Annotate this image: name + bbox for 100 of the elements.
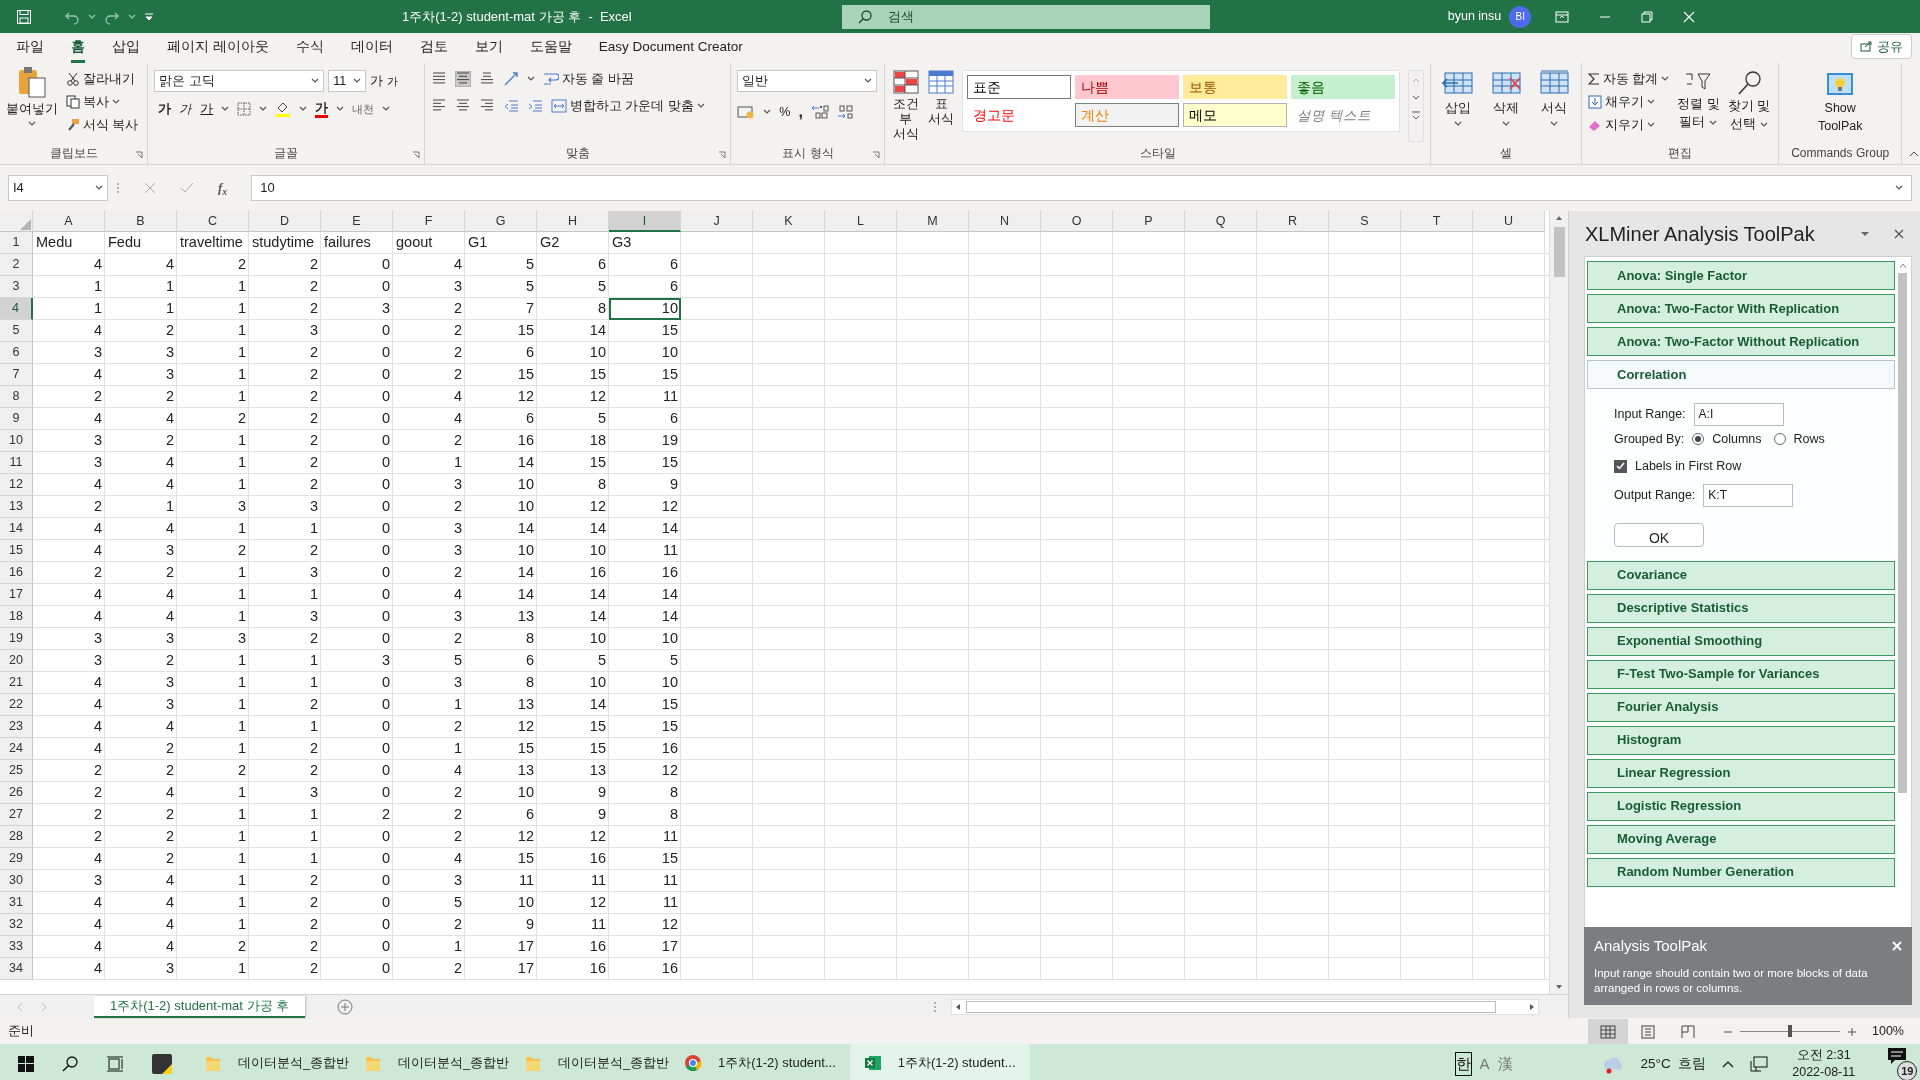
name-box[interactable]: I4 (8, 175, 108, 201)
table-cell[interactable]: 14 (537, 694, 609, 716)
table-cell[interactable]: 12 (609, 760, 681, 782)
column-header[interactable]: G (465, 211, 537, 232)
table-cell[interactable]: 3 (105, 540, 177, 562)
table-cell[interactable]: 2 (105, 804, 177, 826)
table-cell[interactable]: 15 (465, 364, 537, 386)
table-cell[interactable]: 3 (393, 474, 465, 496)
table-cell[interactable]: 10 (465, 782, 537, 804)
table-cell[interactable]: 3 (105, 342, 177, 364)
table-cell[interactable]: 4 (33, 584, 105, 606)
table-cell[interactable]: 9 (465, 914, 537, 936)
row-header[interactable]: 33 (0, 936, 33, 958)
ribbon-tab[interactable]: 도움말 (529, 32, 572, 63)
table-cell[interactable]: 3 (33, 650, 105, 672)
table-cell[interactable]: 3 (105, 958, 177, 980)
table-cell[interactable]: 4 (105, 408, 177, 430)
table-cell[interactable]: 0 (321, 562, 393, 584)
taskbar-app[interactable]: 데이터분석_종합반 (510, 1044, 670, 1080)
table-cell[interactable]: 2 (249, 694, 321, 716)
table-cell[interactable]: 1 (177, 848, 249, 870)
table-cell[interactable]: 10 (537, 628, 609, 650)
autosum-button[interactable]: 자동 합계 (1587, 70, 1670, 89)
table-cell[interactable]: 1 (177, 804, 249, 826)
table-cell[interactable]: 1 (177, 738, 249, 760)
table-cell[interactable]: 3 (105, 694, 177, 716)
table-cell[interactable]: 2 (249, 628, 321, 650)
table-cell[interactable]: 6 (465, 650, 537, 672)
table-cell[interactable]: 2 (33, 386, 105, 408)
table-cell[interactable]: 1 (105, 276, 177, 298)
row-header[interactable]: 17 (0, 584, 33, 606)
column-header[interactable]: E (321, 211, 393, 232)
font-color-button[interactable]: 가 (315, 100, 329, 118)
column-header[interactable]: U (1473, 211, 1545, 232)
table-cell[interactable]: 2 (105, 430, 177, 452)
tool-item[interactable]: Anova: Single Factor (1587, 261, 1895, 290)
table-cell[interactable]: 0 (321, 870, 393, 892)
tool-item[interactable]: Fourier Analysis (1587, 692, 1895, 722)
tool-item[interactable]: Anova: Two-Factor With Replication (1587, 294, 1895, 323)
table-cell[interactable]: 4 (105, 452, 177, 474)
table-cell[interactable]: 6 (465, 408, 537, 430)
tool-item[interactable]: Covariance (1587, 560, 1895, 590)
table-cell[interactable]: 2 (249, 364, 321, 386)
table-cell[interactable]: 2 (249, 474, 321, 496)
table-cell[interactable]: 2 (249, 452, 321, 474)
table-cell[interactable]: 14 (465, 518, 537, 540)
row-header[interactable]: 13 (0, 496, 33, 518)
table-cell[interactable]: 1 (177, 298, 249, 320)
table-cell[interactable]: 3 (393, 276, 465, 298)
table-cell[interactable]: 1 (393, 452, 465, 474)
table-cell[interactable]: 2 (393, 826, 465, 848)
row-header[interactable]: 11 (0, 452, 33, 474)
ribbon-tab[interactable]: 검토 (419, 32, 448, 63)
table-cell[interactable]: 2 (249, 892, 321, 914)
table-cell[interactable]: 0 (321, 782, 393, 804)
table-cell[interactable]: 4 (33, 672, 105, 694)
table-cell[interactable]: 15 (609, 694, 681, 716)
table-cell[interactable]: 2 (33, 760, 105, 782)
table-cell[interactable]: 12 (465, 386, 537, 408)
table-cell[interactable]: 1 (177, 364, 249, 386)
labels-checkbox[interactable]: Labels in First Row (1614, 456, 1893, 476)
table-cell[interactable]: 13 (465, 606, 537, 628)
cell-style-option[interactable]: 설명 텍스트 (1291, 103, 1396, 127)
radio-option[interactable]: Columns (1692, 430, 1762, 449)
table-cell[interactable]: 0 (321, 958, 393, 980)
ribbon-tab[interactable]: 삽입 (112, 32, 140, 63)
table-cell[interactable]: 0 (321, 320, 393, 342)
cell-style-option[interactable]: 표준 (967, 75, 1072, 99)
column-header[interactable]: J (681, 211, 753, 232)
table-cell[interactable]: 0 (321, 430, 393, 452)
table-cell[interactable]: 2 (393, 914, 465, 936)
ribbon-tab[interactable]: 수식 (295, 32, 324, 63)
output-range-field[interactable]: K:T (1703, 483, 1794, 507)
search-field[interactable]: 검색 (841, 4, 1210, 29)
table-cell[interactable]: 1 (177, 914, 249, 936)
table-cell[interactable]: 4 (33, 408, 105, 430)
insert-function-button[interactable]: f$_{x}$ (218, 178, 228, 198)
table-cell[interactable]: 2 (33, 826, 105, 848)
table-cell[interactable]: 17 (609, 936, 681, 958)
table-cell[interactable]: 3 (321, 298, 393, 320)
table-cell[interactable]: 4 (393, 760, 465, 782)
table-cell[interactable]: 3 (393, 518, 465, 540)
table-cell[interactable]: 10 (465, 474, 537, 496)
table-cell[interactable]: 17 (465, 958, 537, 980)
table-cell[interactable]: 11 (465, 870, 537, 892)
table-cell[interactable]: 6 (609, 408, 681, 430)
table-cell[interactable]: 0 (321, 672, 393, 694)
table-cell[interactable]: 3 (393, 606, 465, 628)
table-cell[interactable]: 4 (105, 782, 177, 804)
ribbon-tab[interactable]: 파일 (16, 32, 44, 63)
table-cell[interactable]: 3 (249, 606, 321, 628)
table-cell[interactable]: 15 (609, 452, 681, 474)
table-cell[interactable]: 15 (609, 364, 681, 386)
row-header[interactable]: 12 (0, 474, 33, 496)
table-cell[interactable]: 14 (609, 518, 681, 540)
table-cell[interactable]: 0 (321, 914, 393, 936)
table-cell[interactable]: 1 (393, 936, 465, 958)
table-cell[interactable]: 7 (465, 298, 537, 320)
table-cell[interactable]: 3 (33, 452, 105, 474)
table-cell[interactable]: 2 (105, 738, 177, 760)
